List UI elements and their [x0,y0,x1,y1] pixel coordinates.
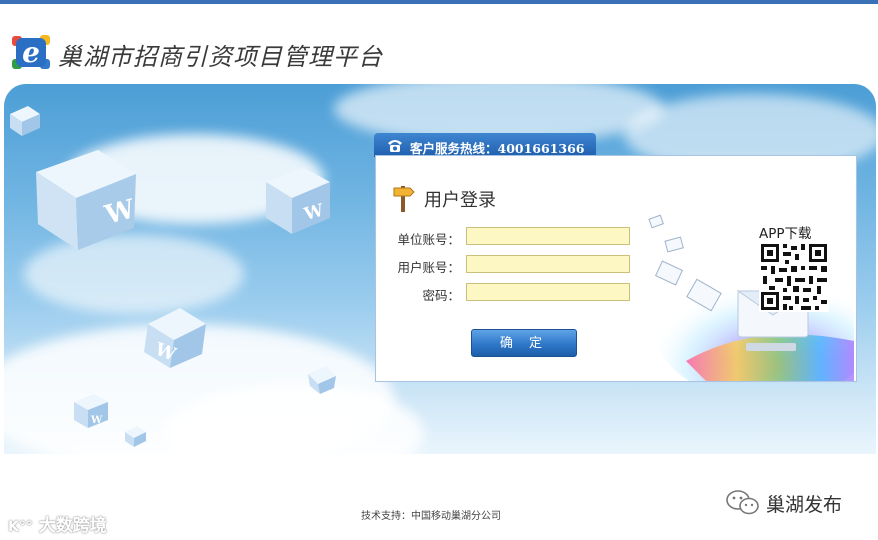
w-cube-icon [10,106,40,136]
wechat-icon [726,490,759,515]
watermark-left-mark: K°° [8,519,33,535]
telephone-icon [388,140,402,152]
signpost-icon [393,186,415,212]
tech-support-text: 技术支持：中国移动巢湖分公司 [361,511,501,522]
w-cube-icon: W [74,394,108,428]
w-cube-icon [308,366,336,394]
qr-code-icon[interactable] [759,242,829,312]
unit-account-input[interactable] [466,227,630,245]
app-download-label: APP下载 [759,226,812,242]
w-cube-icon: W [36,150,139,250]
w-cube-icon: W [266,168,330,234]
watermark-left-text: 大数跨境 [38,516,107,536]
site-title: 巢湖市招商引资项目管理平台 [58,43,383,71]
password-label: 密码： [422,288,460,303]
confirm-login-button[interactable]: 确 定 [471,329,577,357]
watermark-left: K°° 大数跨境 [8,511,107,536]
svg-text:W: W [90,415,103,426]
login-title: 用户登录 [424,190,496,211]
password-input[interactable] [466,283,630,301]
top-border-line [0,0,878,4]
w-cube-icon: W [144,308,206,368]
watermark-right-text: 巢湖发布 [766,494,843,516]
user-account-label: 用户账号： [397,260,460,275]
w-cube-icon [125,426,146,447]
unit-account-label: 单位账号： [397,232,460,247]
user-account-input[interactable] [466,255,630,273]
hotline-tab: 客户服务热线：4001661366 [374,133,596,157]
site-header: e 巢湖市招商引资项目管理平台 [0,26,878,76]
platform-logo-icon: e [12,35,50,69]
svg-text:e: e [22,36,40,69]
